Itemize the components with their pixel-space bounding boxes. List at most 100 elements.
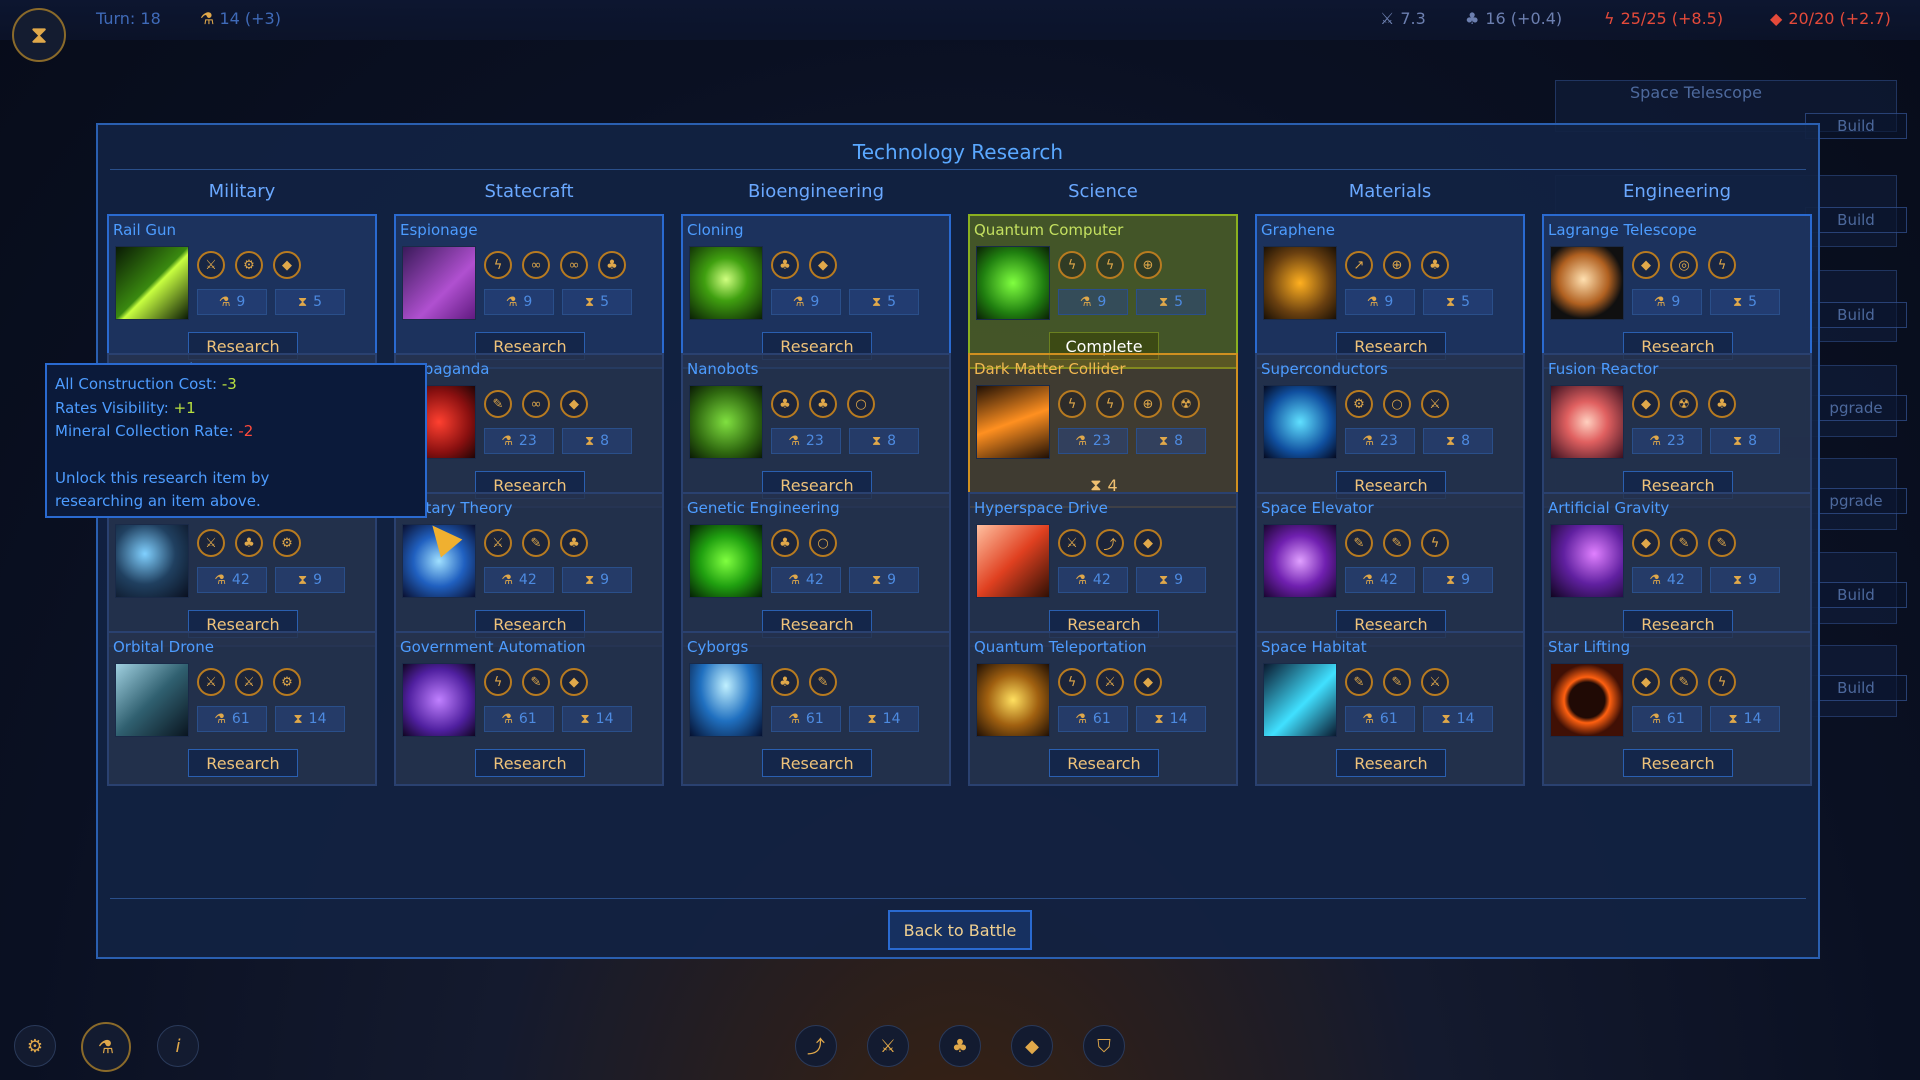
build-button[interactable]: Build (1805, 302, 1907, 328)
science-counter: ⚗ 14 (+3) (200, 9, 281, 28)
tech-effect-icons: ⚔ ⚔ ⚙ (197, 668, 301, 696)
science-button[interactable]: ⚗ (81, 1022, 131, 1072)
hourglass-icon: ⧗ (871, 294, 882, 310)
build-button[interactable]: Build (1805, 113, 1907, 139)
tech-card-dark-matter-collider[interactable]: Dark Matter Collider ϟ ϟ ⊕ ☢ ⚗ 23 ⧗ 8 ⧗ 4 (968, 353, 1238, 508)
research-button[interactable]: Research (475, 749, 585, 777)
tech-card-military-theory[interactable]: Military Theory ⚔ ✎ ♣ ⚗ 42 ⧗ 9 Research (394, 492, 664, 647)
hourglass-end-turn-button[interactable]: ⧗ (12, 8, 66, 62)
wrench-icon: ✎ (1383, 668, 1411, 696)
energy-icon: ϟ (1096, 390, 1124, 418)
tech-card-quantum-computer[interactable]: Quantum Computer ϟ ϟ ⊕ ⚗ 9 ⧗ 5 Complete (968, 214, 1238, 369)
research-cost: ⚗ 42 (484, 567, 554, 593)
tech-card-space-elevator[interactable]: Space Elevator ✎ ✎ ϟ ⚗ 42 ⧗ 9 Research (1255, 492, 1525, 647)
wrench-icon: ✎ (522, 668, 550, 696)
hourglass-icon: ⧗ (1728, 711, 1738, 727)
tech-card-hyperspace-drive[interactable]: Hyperspace Drive ⚔ ⤴ ◆ ⚗ 42 ⧗ 9 Research (968, 492, 1238, 647)
tech-name: Orbital Drone (113, 638, 214, 656)
tech-name: Genetic Engineering (687, 499, 840, 517)
research-turns: ⧗8 (1423, 428, 1493, 454)
hourglass-icon: ⧗ (1158, 294, 1169, 310)
tech-card-orbital-drone[interactable]: Orbital Drone ⚔ ⚔ ⚙ ⚗ 61 ⧗ 14 Research (107, 631, 377, 786)
upgrade-button[interactable]: pgrade (1805, 488, 1907, 514)
tech-name: Fusion Reactor (1548, 360, 1659, 378)
turn-counter: Turn: 18 (96, 9, 161, 28)
tech-thumbnail (1550, 663, 1624, 737)
research-button[interactable]: Research (188, 749, 298, 777)
tech-thumbnail (976, 524, 1050, 598)
hourglass-icon: ⧗ (867, 711, 877, 727)
hourglass-icon: ⧗ (584, 294, 595, 310)
tech-card-propaganda[interactable]: Propaganda✎∞◆⚗23⧗8Research (394, 353, 664, 508)
science-icon: ⚗ (788, 711, 800, 727)
build-button[interactable]: Build (1805, 582, 1907, 608)
research-cost: ⚗ 61 (1632, 706, 1702, 732)
mineral-button[interactable]: ◆ (1011, 1025, 1053, 1067)
tech-card-lagrange-telescope[interactable]: Lagrange Telescope ◆ ◎ ϟ ⚗ 9 ⧗ 5 Research (1542, 214, 1812, 369)
defense-button[interactable]: ⛉ (1083, 1025, 1125, 1067)
gear-icon: ⚙ (273, 668, 301, 696)
population-button[interactable]: ♣ (939, 1025, 981, 1067)
science-icon: ⚗ (97, 1036, 115, 1058)
research-cost: ⚗23 (1632, 428, 1702, 454)
tech-card-artificial-gravity[interactable]: Artificial Gravity ◆ ✎ ✎ ⚗ 42 ⧗ 9 Research (1542, 492, 1812, 647)
route-button[interactable]: ⤴ (795, 1025, 837, 1067)
column-header-bioengineering: Bioengineering (747, 181, 885, 202)
settings-button[interactable]: ⚙ (14, 1025, 56, 1067)
tech-name: Cloning (687, 221, 744, 239)
tech-card-star-lifting[interactable]: Star Lifting ◆ ✎ ϟ ⚗ 61 ⧗ 14 Research (1542, 631, 1812, 786)
tech-card-quantum-teleportation[interactable]: Quantum Teleportation ϟ ⚔ ◆ ⚗ 61 ⧗ 14 Research (968, 631, 1238, 786)
tech-card-fusion-reactor[interactable]: Fusion Reactor ◆ ☢ ♣ ⚗ 23 ⧗ 8 Research (1542, 353, 1812, 508)
crossed-swords-icon: ⚔ (484, 529, 512, 557)
tech-name: Government Automation (400, 638, 586, 656)
research-cost: ⚗ 61 (771, 706, 841, 732)
research-button[interactable]: Research (762, 749, 872, 777)
research-cost: ⚗ 42 (1345, 567, 1415, 593)
tech-card-superconductors[interactable]: Superconductors ⚙ ○ ⚔ ⚗ 23 ⧗ 8 Research (1255, 353, 1525, 508)
wrench-icon: ✎ (1670, 668, 1698, 696)
divider (110, 169, 1806, 170)
infinity-icon: ∞ (522, 251, 550, 279)
tech-card-nanobots[interactable]: Nanobots ♣ ♣ ○ ⚗ 23 ⧗ 8 Research (681, 353, 951, 508)
tech-name: Hyperspace Drive (974, 499, 1108, 517)
research-cost: ⚗23 (771, 428, 841, 454)
science-icon: ⚗ (1362, 433, 1374, 449)
crossed-swords-icon: ⚔ (197, 529, 225, 557)
research-button[interactable]: Research (1623, 749, 1733, 777)
research-turns: ⧗ 5 (275, 289, 345, 315)
tech-card-space-habitat[interactable]: Space Habitat ✎ ✎ ⚔ ⚗ 61 ⧗ 14 Research (1255, 631, 1525, 786)
tech-effect-icons: ↗ ⊕ ♣ (1345, 251, 1449, 279)
upgrade-button[interactable]: pgrade (1805, 395, 1907, 421)
back-to-battle-button[interactable]: Back to Battle (888, 910, 1032, 950)
tech-effect-icons: ϟ ϟ ⊕ ☢ (1058, 390, 1200, 418)
research-button[interactable]: Research (1336, 749, 1446, 777)
tech-thumbnail (115, 663, 189, 737)
research-turns: ⧗ 5 (562, 289, 632, 315)
hourglass-icon: ⧗ (1445, 294, 1456, 310)
military-button[interactable]: ⚔ (867, 1025, 909, 1067)
tech-card-cyborgs[interactable]: Cyborgs ♣ ✎ ⚗ 61 ⧗ 14 Research (681, 631, 951, 786)
hourglass-icon: ⧗ (30, 21, 48, 49)
tech-card-espionage[interactable]: Espionage ϟ ∞ ∞ ♣ ⚗ 9 ⧗ 5 Research (394, 214, 664, 369)
research-turns: ⧗ 9 (1423, 567, 1493, 593)
science-icon: ⚗ (788, 433, 800, 449)
tech-card-rail-gun[interactable]: Rail Gun ⚔ ⚙ ◆ ⚗ 9 ⧗ 5 Research (107, 214, 377, 369)
research-cost: ⚗ 9 (1345, 289, 1415, 315)
build-button[interactable]: Build (1805, 207, 1907, 233)
research-turns: ⧗ 5 (1423, 289, 1493, 315)
hourglass-icon: ⧗ (1158, 433, 1169, 449)
research-turns: ⧗ 5 (849, 289, 919, 315)
ring-icon: ○ (809, 529, 837, 557)
build-button[interactable]: Build (1805, 675, 1907, 701)
info-button[interactable]: i (157, 1025, 199, 1067)
tech-card-genetic-engineering[interactable]: Genetic Engineering ♣ ○ ⚗ 42 ⧗ 9 Research (681, 492, 951, 647)
tech-card-government-automation[interactable]: Government Automation ϟ ✎ ◆ ⚗ 61 ⧗ 14 Research (394, 631, 664, 786)
crossed-swords-icon: ⚔ (879, 1035, 897, 1057)
tech-card-cloning[interactable]: Cloning ♣ ◆ ⚗ 9 ⧗ 5 Research (681, 214, 951, 369)
population-icon: ♣ (809, 390, 837, 418)
research-turns: ⧗8 (1710, 428, 1780, 454)
crossed-swords-icon: ⚔ (1058, 529, 1086, 557)
tech-card-graphene[interactable]: Graphene ↗ ⊕ ♣ ⚗ 9 ⧗ 5 Research (1255, 214, 1525, 369)
research-button[interactable]: Research (1049, 749, 1159, 777)
gear-icon: ⚙ (235, 251, 263, 279)
